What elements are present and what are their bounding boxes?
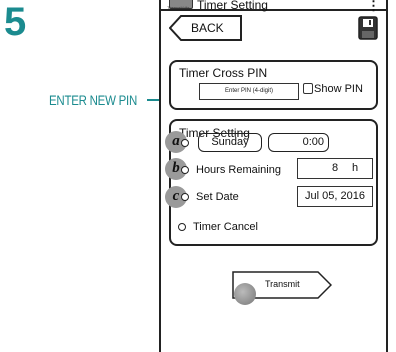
- timer-cancel-label: Timer Cancel: [193, 221, 258, 233]
- back-button[interactable]: BACK: [169, 15, 243, 41]
- app-logo-text: ThermaVolts: [167, 5, 190, 10]
- hours-remaining-label: Hours Remaining: [196, 164, 281, 176]
- set-date-label: Set Date: [196, 191, 239, 203]
- page-title: Timer Setting: [197, 0, 268, 12]
- show-pin-label: Show PIN: [314, 83, 363, 95]
- hours-unit: h: [352, 162, 359, 174]
- time-select[interactable]: 0:00: [268, 133, 329, 152]
- radio-timer-cancel[interactable]: [178, 223, 186, 231]
- radio-day-time[interactable]: [181, 139, 189, 147]
- day-select[interactable]: Sunday: [198, 133, 262, 152]
- timer-cross-pin-title: Timer Cross PIN: [179, 66, 268, 80]
- pin-input[interactable]: Enter PIN (4-digit): [199, 83, 299, 100]
- floppy-disk-icon[interactable]: [358, 16, 378, 45]
- title-bar: ThermaVolts Timer Setting ⋮: [161, 0, 386, 14]
- step-number: 5: [4, 0, 27, 44]
- phone-screen: ThermaVolts Timer Setting ⋮ BACK Timer C…: [159, 0, 388, 352]
- back-button-label: BACK: [191, 21, 224, 35]
- transmit-label: Transmit: [265, 279, 300, 289]
- set-date-field[interactable]: Jul 05, 2016: [297, 186, 373, 207]
- radio-set-date[interactable]: [181, 193, 189, 201]
- hours-value: 8: [332, 162, 339, 174]
- hours-remaining-field[interactable]: 8 h: [297, 158, 373, 179]
- show-pin-checkbox[interactable]: [303, 83, 313, 94]
- radio-hours-remaining[interactable]: [181, 166, 189, 174]
- touch-indicator: [234, 283, 256, 305]
- enter-new-pin-callout: ENTER NEW PIN: [49, 92, 138, 108]
- kebab-menu-icon[interactable]: ⋮: [367, 0, 380, 14]
